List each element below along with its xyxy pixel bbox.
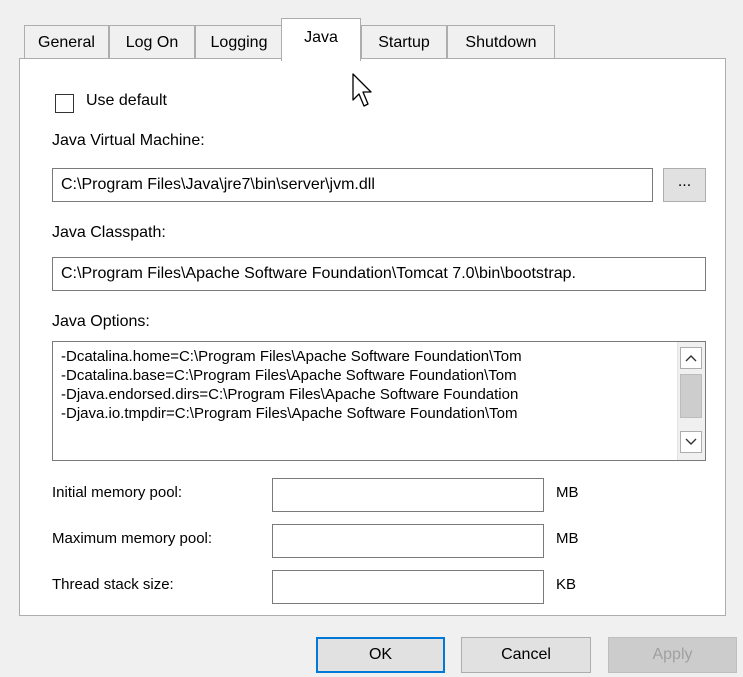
use-default-checkbox[interactable] — [55, 94, 74, 113]
java-option-line: -Djava.io.tmpdir=C:\Program Files\Apache… — [61, 405, 518, 422]
tab-shutdown[interactable]: Shutdown — [447, 25, 555, 59]
thread-stack-unit: KB — [556, 576, 577, 593]
apply-button[interactable]: Apply — [608, 637, 737, 673]
chevron-up-icon — [685, 355, 697, 362]
maximum-memory-label: Maximum memory pool: — [52, 530, 213, 547]
mouse-pointer-icon — [352, 73, 372, 107]
classpath-label: Java Classpath: — [52, 224, 166, 241]
browse-jvm-button[interactable]: ... — [663, 168, 706, 202]
jvm-label: Java Virtual Machine: — [52, 132, 205, 149]
scroll-up-button[interactable] — [680, 347, 702, 369]
java-option-line: -Dcatalina.home=C:\Program Files\Apache … — [61, 348, 522, 365]
java-options-text[interactable]: -Dcatalina.home=C:\Program Files\Apache … — [61, 347, 675, 423]
tab-java[interactable]: Java — [281, 18, 361, 61]
maximum-memory-input[interactable] — [272, 524, 544, 558]
options-scrollbar[interactable] — [677, 342, 705, 460]
jvm-path-field[interactable]: C:\Program Files\Java\jre7\bin\server\jv… — [52, 168, 653, 202]
java-options-label: Java Options: — [52, 313, 150, 330]
thread-stack-label: Thread stack size: — [52, 576, 174, 593]
scroll-thumb[interactable] — [680, 374, 702, 418]
thread-stack-input[interactable] — [272, 570, 544, 604]
maximum-memory-unit: MB — [556, 530, 579, 547]
java-options-textarea[interactable]: -Dcatalina.home=C:\Program Files\Apache … — [52, 341, 706, 461]
classpath-field[interactable]: C:\Program Files\Apache Software Foundat… — [52, 257, 706, 291]
java-option-line: -Djava.endorsed.dirs=C:\Program Files\Ap… — [61, 386, 519, 403]
scroll-down-button[interactable] — [680, 431, 702, 453]
initial-memory-input[interactable] — [272, 478, 544, 512]
chevron-down-icon — [685, 438, 697, 445]
initial-memory-label: Initial memory pool: — [52, 484, 183, 501]
initial-memory-unit: MB — [556, 484, 579, 501]
tab-startup[interactable]: Startup — [361, 25, 447, 59]
tab-log-on[interactable]: Log On — [109, 25, 195, 59]
java-option-line: -Dcatalina.base=C:\Program Files\Apache … — [61, 367, 517, 384]
cancel-button[interactable]: Cancel — [461, 637, 591, 673]
tab-general[interactable]: General — [24, 25, 109, 59]
use-default-label[interactable]: Use default — [86, 92, 167, 110]
ok-button[interactable]: OK — [316, 637, 445, 673]
tab-logging[interactable]: Logging — [195, 25, 283, 59]
